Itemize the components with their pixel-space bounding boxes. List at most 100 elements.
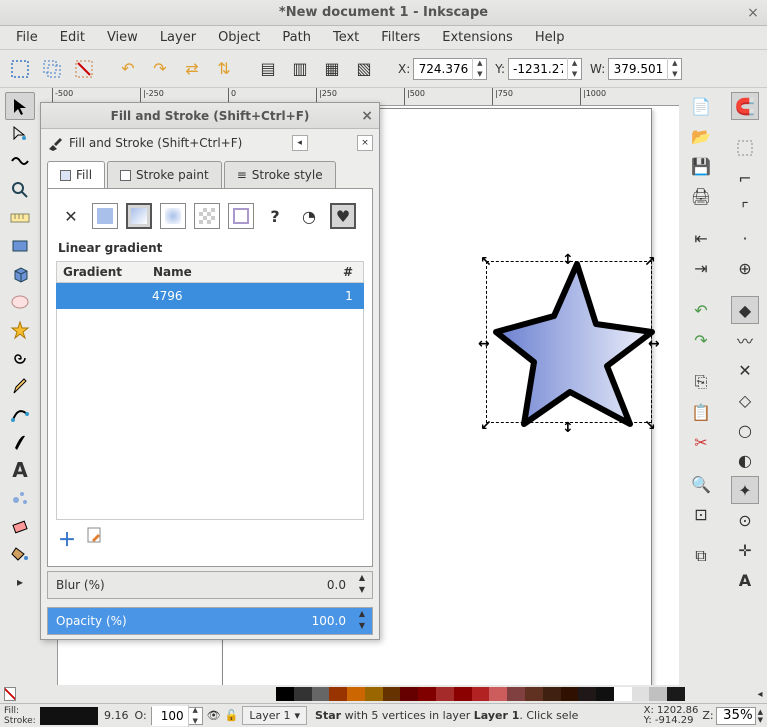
raise-button[interactable]: ▥ — [286, 55, 314, 83]
handle-se[interactable]: ↘ — [644, 418, 654, 428]
palette-none-swatch[interactable] — [4, 687, 16, 701]
opacity-slider[interactable]: Opacity (%) 100.0 ▲▼ — [47, 607, 373, 635]
undo-button[interactable]: ↶ — [687, 296, 715, 324]
palette-swatch[interactable] — [649, 687, 667, 701]
print-button[interactable]: 🖨 — [687, 182, 715, 210]
paint-swatch-button[interactable] — [228, 203, 254, 229]
handle-s[interactable]: ↕ — [562, 420, 572, 430]
coord-w-up[interactable]: ▲ — [668, 58, 681, 69]
coord-x-up[interactable]: ▲ — [473, 58, 486, 69]
opacity-down[interactable]: ▼ — [354, 621, 370, 633]
zoom-out[interactable]: ▼ — [758, 716, 763, 724]
tab-stroke-style[interactable]: ≡Stroke style — [224, 161, 336, 188]
import-button[interactable]: ⇤ — [687, 224, 715, 252]
redo-button[interactable]: ↷ — [687, 326, 715, 354]
color-palette[interactable] — [276, 687, 685, 701]
snap-objcenter-button[interactable]: ⊙ — [731, 506, 759, 534]
palette-swatch[interactable] — [632, 687, 650, 701]
layer-lock-toggle[interactable]: 🔓 — [225, 709, 239, 722]
coord-x-input[interactable] — [414, 59, 472, 79]
star-tool[interactable] — [5, 316, 35, 344]
palette-swatch[interactable] — [596, 687, 614, 701]
dialog-close-button[interactable]: × — [361, 108, 373, 124]
spiral-tool[interactable] — [5, 344, 35, 372]
save-doc-button[interactable]: 💾 — [687, 152, 715, 180]
menu-extensions[interactable]: Extensions — [432, 27, 523, 48]
coord-y-input[interactable] — [509, 59, 567, 79]
blur-slider[interactable]: Blur (%) 0.0 ▲▼ — [47, 571, 373, 599]
palette-swatch[interactable] — [543, 687, 561, 701]
handle-nw[interactable]: ↖ — [480, 254, 490, 264]
status-opacity-input[interactable] — [152, 706, 188, 726]
bucket-tool[interactable] — [5, 540, 35, 568]
palette-swatch[interactable] — [276, 687, 294, 701]
palette-swatch[interactable] — [525, 687, 543, 701]
cut-button[interactable]: ✂ — [687, 428, 715, 456]
palette-swatch[interactable] — [312, 687, 330, 701]
handle-n[interactable]: ↕ — [562, 252, 572, 262]
star-object[interactable] — [482, 254, 660, 432]
dialog-titlebar[interactable]: Fill and Stroke (Shift+Ctrl+F) × — [41, 103, 379, 129]
palette-swatch[interactable] — [329, 687, 347, 701]
status-stroke-swatch[interactable] — [40, 707, 98, 725]
paint-radial-button[interactable] — [160, 203, 186, 229]
select-all-button[interactable] — [6, 55, 34, 83]
fillrule-evenodd-button[interactable]: ◔ — [296, 203, 322, 229]
coord-y-down[interactable]: ▼ — [568, 69, 581, 80]
fillrule-nonzero-button[interactable]: ♥ — [330, 203, 356, 229]
raise-top-button[interactable]: ▤ — [254, 55, 282, 83]
flip-v-button[interactable]: ⇅ — [210, 55, 238, 83]
blur-up[interactable]: ▲ — [354, 573, 370, 585]
measure-tool[interactable] — [5, 204, 35, 232]
zoom-input[interactable] — [716, 707, 756, 725]
opacity-up[interactable]: ▲ — [354, 609, 370, 621]
menu-text[interactable]: Text — [323, 27, 369, 48]
3dbox-tool[interactable] — [5, 260, 35, 288]
paint-linear-button[interactable] — [126, 203, 152, 229]
lower-bottom-button[interactable]: ▧ — [350, 55, 378, 83]
snap-path-button[interactable]: 〰 — [731, 326, 759, 354]
snap-nodes-button[interactable]: ◆ — [731, 296, 759, 324]
rotate-cw-button[interactable]: ↷ — [146, 55, 174, 83]
snap-intersect-button[interactable]: ✕ — [731, 356, 759, 384]
palette-swatch[interactable] — [614, 687, 632, 701]
duplicate-button[interactable]: ⧉ — [687, 542, 715, 570]
copy-button[interactable]: ⎘ — [687, 368, 715, 396]
snap-bbox-button[interactable] — [731, 134, 759, 162]
snap-rotcenter-button[interactable]: ✛ — [731, 536, 759, 564]
palette-swatch[interactable] — [383, 687, 401, 701]
palette-swatch[interactable] — [347, 687, 365, 701]
paint-unknown-button[interactable]: ? — [262, 203, 288, 229]
menu-object[interactable]: Object — [208, 27, 270, 48]
menu-filters[interactable]: Filters — [371, 27, 430, 48]
add-gradient-button[interactable]: ＋ — [58, 526, 76, 552]
tweak-tool[interactable] — [5, 148, 35, 176]
spray-tool[interactable] — [5, 484, 35, 512]
gradient-row[interactable]: 4796 1 — [56, 283, 364, 309]
new-doc-button[interactable]: 📄 — [687, 92, 715, 120]
gradient-list-body[interactable] — [56, 309, 364, 520]
zoom-tool[interactable] — [5, 176, 35, 204]
menu-edit[interactable]: Edit — [50, 27, 95, 48]
palette-swatch[interactable] — [400, 687, 418, 701]
palette-swatch[interactable] — [472, 687, 490, 701]
dialog-detach-button[interactable]: × — [357, 135, 373, 151]
snap-cusp-button[interactable]: ◇ — [731, 386, 759, 414]
window-close-button[interactable]: × — [745, 5, 761, 21]
paste-button[interactable]: 📋 — [687, 398, 715, 426]
ellipse-tool[interactable] — [5, 288, 35, 316]
select-all-layers-button[interactable] — [38, 55, 66, 83]
calligraphy-tool[interactable] — [5, 428, 35, 456]
edit-gradient-button[interactable] — [86, 526, 104, 552]
palette-swatch[interactable] — [294, 687, 312, 701]
zoom-fit-button[interactable]: 🔍 — [687, 470, 715, 498]
snap-text-button[interactable]: A — [731, 566, 759, 594]
opacity-inc[interactable]: ▲ — [189, 705, 202, 716]
menu-file[interactable]: File — [6, 27, 48, 48]
eraser-tool[interactable] — [5, 512, 35, 540]
zoom-in[interactable]: ▲ — [758, 708, 763, 716]
palette-swatch[interactable] — [578, 687, 596, 701]
tab-stroke-paint[interactable]: Stroke paint — [107, 161, 222, 188]
palette-swatch[interactable] — [507, 687, 525, 701]
snap-center-button[interactable]: ⊕ — [731, 254, 759, 282]
